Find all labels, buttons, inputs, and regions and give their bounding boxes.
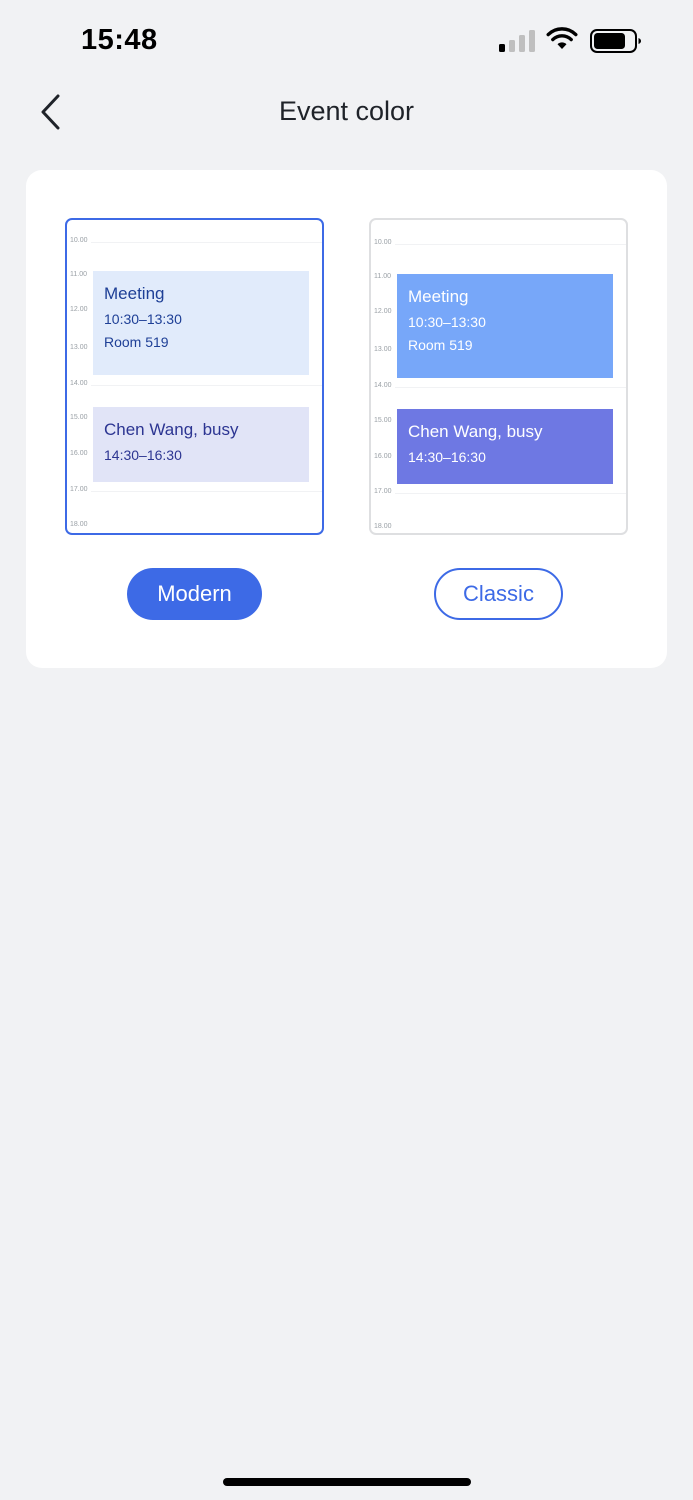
- event-title: Meeting: [104, 284, 165, 303]
- time-tick: 11.00: [70, 271, 87, 278]
- grid-line: [395, 387, 626, 388]
- grid-line: [91, 242, 322, 243]
- time-tick: 14.00: [374, 382, 392, 389]
- event-color-card: 10.00 11.00 12.00 13.00 14.00 15.00 16.0…: [26, 170, 667, 668]
- event-color-screen: 15:48 Event color 10.00 11.00 12.00 13.0…: [0, 0, 693, 1500]
- busy-event-block: Chen Wang, busy 14:30–16:30: [397, 409, 613, 484]
- time-tick: 16.00: [70, 450, 88, 457]
- modern-preview[interactable]: 10.00 11.00 12.00 13.00 14.00 15.00 16.0…: [65, 218, 324, 535]
- time-tick: 15.00: [374, 417, 392, 424]
- grid-line: [91, 385, 322, 386]
- event-location: Room 519: [408, 337, 473, 353]
- time-tick: 12.00: [374, 308, 392, 315]
- event-time: 10:30–13:30: [408, 314, 486, 330]
- page-title: Event color: [278, 96, 415, 126]
- busy-event-block: Chen Wang, busy 14:30–16:30: [93, 407, 309, 482]
- grid-line: [91, 491, 322, 492]
- time-tick: 18.00: [374, 523, 392, 530]
- time-tick: 16.00: [374, 453, 392, 460]
- event-time: 14:30–16:30: [104, 447, 182, 463]
- classic-preview[interactable]: 10.00 11.00 12.00 13.00 14.00 15.00 16.0…: [369, 218, 628, 535]
- time-tick: 17.00: [70, 486, 88, 493]
- time-tick: 14.00: [70, 380, 88, 387]
- grid-line: [395, 244, 626, 245]
- meeting-event-block: Meeting 10:30–13:30 Room 519: [397, 274, 613, 378]
- time-tick: 10.00: [70, 237, 88, 244]
- event-title: Chen Wang, busy: [408, 422, 543, 441]
- meeting-event-block: Meeting 10:30–13:30 Room 519: [93, 271, 309, 375]
- event-time: 10:30–13:30: [104, 311, 182, 327]
- battery-icon: [590, 29, 641, 53]
- time-tick: 13.00: [70, 344, 88, 351]
- time-tick: 10.00: [374, 239, 392, 246]
- time-tick: 12.00: [70, 306, 88, 313]
- event-time: 14:30–16:30: [408, 449, 486, 465]
- classic-option-button[interactable]: Classic: [434, 568, 563, 620]
- home-indicator: [223, 1478, 471, 1486]
- time-tick: 11.00: [374, 273, 391, 280]
- grid-line: [395, 493, 626, 494]
- time-tick: 15.00: [70, 414, 88, 421]
- event-title: Chen Wang, busy: [104, 420, 239, 439]
- time-tick: 13.00: [374, 346, 392, 353]
- time-tick: 17.00: [374, 488, 392, 495]
- event-location: Room 519: [104, 334, 169, 350]
- modern-option-button[interactable]: Modern: [127, 568, 262, 620]
- status-time: 15:48: [81, 24, 158, 56]
- wifi-icon: [546, 27, 578, 49]
- event-title: Meeting: [408, 287, 469, 306]
- cellular-signal-icon: [499, 30, 535, 52]
- time-tick: 18.00: [70, 521, 88, 528]
